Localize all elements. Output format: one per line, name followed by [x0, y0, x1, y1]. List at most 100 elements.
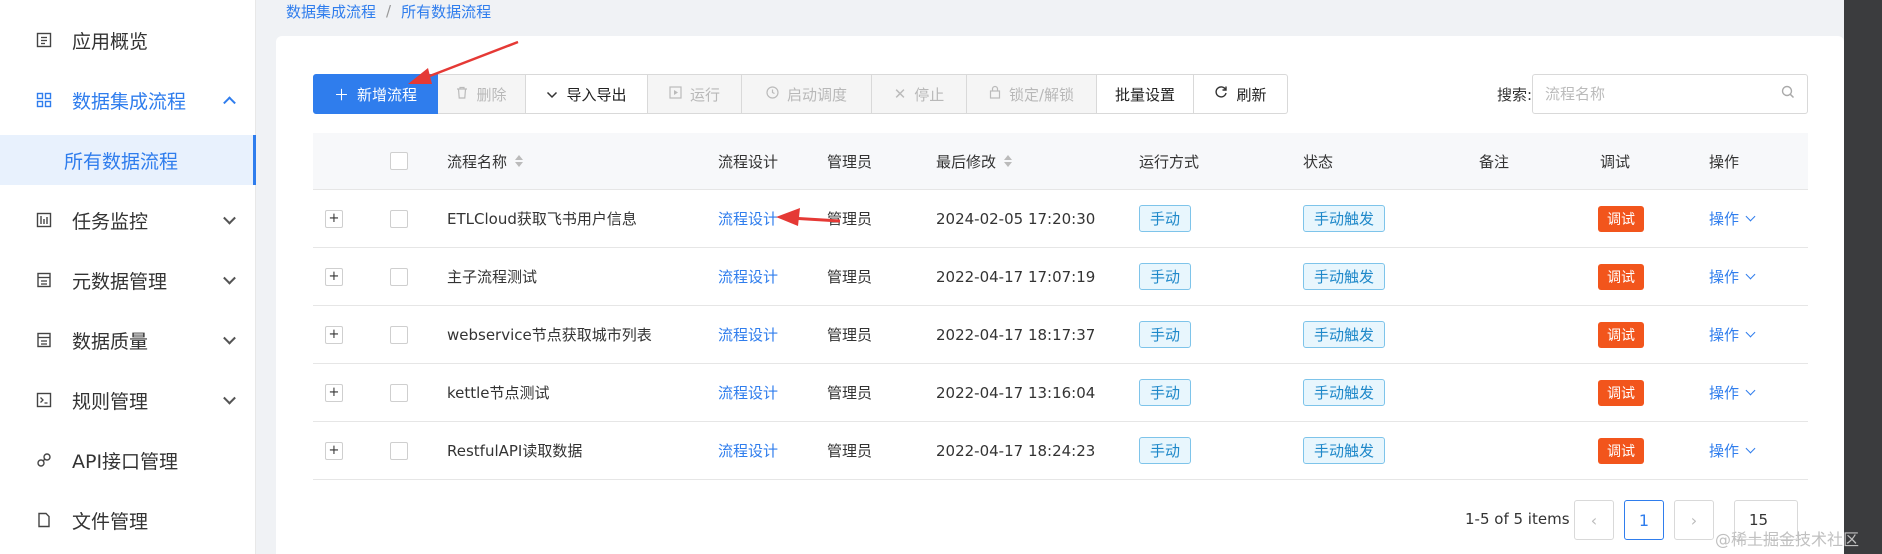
flow-name: webservice节点获取城市列表: [447, 326, 652, 344]
sidebar-item-task-monitor[interactable]: 任务监控: [0, 194, 256, 246]
status-badge: 手动触发: [1303, 422, 1386, 479]
action-dropdown[interactable]: 操作: [1709, 190, 1756, 247]
sidebar-item-app-overview[interactable]: 应用概览: [0, 14, 256, 66]
play-icon: [669, 85, 682, 103]
chevron-down-icon: [1745, 385, 1756, 396]
header-modified[interactable]: 最后修改: [936, 133, 1013, 189]
table-row: + kettle节点测试 流程设计 管理员 2022-04-17 13:16:04 手动 手…: [313, 364, 1808, 422]
sidebar-item-label: 数据集成流程: [72, 90, 187, 113]
table-row: + RestfulAPI读取数据 流程设计 管理员 2022-04-17 18:24:2…: [313, 422, 1808, 480]
breadcrumb-separator: /: [386, 2, 392, 20]
admin-cell: 管理员: [827, 210, 873, 228]
row-checkbox[interactable]: [390, 306, 408, 363]
search-label: 搜索:: [1497, 86, 1533, 104]
header-name[interactable]: 流程名称: [447, 133, 524, 189]
status-badge: 手动触发: [1303, 248, 1386, 305]
delete-label: 删除: [476, 85, 507, 104]
debug-button[interactable]: 调试: [1598, 422, 1644, 479]
schedule-label: 启动调度: [786, 85, 847, 104]
row-checkbox[interactable]: [390, 364, 408, 421]
action-dropdown[interactable]: 操作: [1709, 248, 1756, 305]
clock-icon: [766, 85, 779, 103]
expand-row-button[interactable]: +: [325, 364, 343, 421]
close-icon: ✕: [893, 85, 907, 103]
refresh-button[interactable]: 刷新: [1194, 74, 1288, 114]
schedule-button[interactable]: 启动调度: [742, 74, 872, 114]
sidebar-item-metadata[interactable]: 元数据管理: [0, 254, 256, 306]
search-field[interactable]: [1532, 74, 1808, 114]
sidebar-item-data-quality[interactable]: 数据质量: [0, 314, 256, 366]
header-modified-label: 最后修改: [936, 152, 997, 171]
breadcrumb-parent[interactable]: 数据集成流程: [286, 1, 376, 22]
add-flow-button[interactable]: ＋ 新增流程: [313, 74, 438, 114]
watermark: @稀土掘金技术社区: [1715, 530, 1860, 549]
row-checkbox[interactable]: [390, 422, 408, 479]
row-checkbox[interactable]: [390, 248, 408, 305]
flow-design-link[interactable]: 流程设计: [718, 422, 778, 479]
flow-design-link[interactable]: 流程设计: [718, 306, 778, 363]
debug-button[interactable]: 调试: [1598, 364, 1644, 421]
pagination-page-button[interactable]: 1: [1624, 500, 1664, 540]
table-row: + ETLCloud获取飞书用户信息 流程设计 管理员 2024-02-05 17:20…: [313, 190, 1808, 248]
sidebar-item-data-integration[interactable]: 数据集成流程: [0, 74, 256, 126]
action-dropdown[interactable]: 操作: [1709, 364, 1756, 421]
header-debug: 调试: [1600, 152, 1631, 171]
chevron-down-icon: [223, 211, 236, 225]
expand-row-button[interactable]: +: [325, 306, 343, 363]
chevron-down-icon: [546, 85, 558, 103]
action-dropdown[interactable]: 操作: [1709, 422, 1756, 479]
sidebar-item-label: 数据质量: [72, 330, 149, 353]
delete-button[interactable]: 删除: [438, 74, 526, 114]
table-body: + ETLCloud获取飞书用户信息 流程设计 管理员 2024-02-05 17:20…: [313, 190, 1808, 480]
flow-name: RestfulAPI读取数据: [447, 442, 583, 460]
status-badge: 手动触发: [1303, 190, 1386, 247]
select-all-checkbox[interactable]: [390, 133, 408, 189]
stop-button[interactable]: ✕ 停止: [872, 74, 967, 114]
import-export-button[interactable]: 导入导出: [526, 74, 648, 114]
pagination-prev-button[interactable]: ‹: [1574, 500, 1614, 540]
sidebar-item-rules[interactable]: 规则管理: [0, 374, 256, 426]
sidebar-item-files[interactable]: 文件管理: [0, 494, 256, 546]
lock-unlock-button[interactable]: 锁定/解锁: [967, 74, 1097, 114]
search-input[interactable]: [1545, 85, 1781, 103]
modified-cell: 2022-04-17 18:24:23: [936, 441, 1096, 460]
chevron-down-icon: [1745, 443, 1756, 454]
chevron-down-icon: [1745, 211, 1756, 222]
flow-design-link[interactable]: 流程设计: [718, 364, 778, 421]
sidebar-item-api[interactable]: API接口管理: [0, 434, 256, 486]
table-row: + 主子流程测试 流程设计 管理员 2022-04-17 17:07:19 手动 手动触发 调…: [313, 248, 1808, 306]
sidebar-subitem-all-flows[interactable]: 所有数据流程: [0, 135, 256, 185]
add-flow-label: 新增流程: [357, 85, 418, 104]
debug-button[interactable]: 调试: [1598, 248, 1644, 305]
sidebar-item-label: 文件管理: [72, 510, 149, 533]
sort-icon[interactable]: [515, 155, 524, 167]
header-admin: 管理员: [827, 152, 873, 171]
debug-button[interactable]: 调试: [1598, 190, 1644, 247]
run-button[interactable]: 运行: [648, 74, 742, 114]
status-badge: 手动触发: [1303, 306, 1386, 363]
header-remark: 备注: [1479, 152, 1510, 171]
modified-cell: 2022-04-17 18:17:37: [936, 325, 1096, 344]
run-mode-tag: 手动: [1139, 248, 1192, 305]
debug-button[interactable]: 调试: [1598, 306, 1644, 363]
row-checkbox[interactable]: [390, 190, 408, 247]
monitor-icon: [34, 210, 54, 230]
batch-settings-button[interactable]: 批量设置: [1097, 74, 1194, 114]
grid-icon: [34, 90, 54, 110]
action-dropdown[interactable]: 操作: [1709, 306, 1756, 363]
breadcrumb: 数据集成流程 / 所有数据流程: [286, 0, 491, 22]
flow-design-link[interactable]: 流程设计: [718, 190, 778, 247]
api-icon: [34, 450, 54, 470]
expand-row-button[interactable]: +: [325, 248, 343, 305]
search-icon[interactable]: [1781, 85, 1795, 103]
admin-cell: 管理员: [827, 384, 873, 402]
flow-design-link[interactable]: 流程设计: [718, 248, 778, 305]
expand-row-button[interactable]: +: [325, 422, 343, 479]
expand-row-button[interactable]: +: [325, 190, 343, 247]
flow-name: ETLCloud获取飞书用户信息: [447, 210, 637, 228]
sort-icon[interactable]: [1004, 155, 1013, 167]
pagination-next-button[interactable]: ›: [1674, 500, 1714, 540]
header-name-label: 流程名称: [447, 152, 508, 171]
flow-table: 流程名称 流程设计 管理员 最后修改 运行方式 状态 备注 调试 操作 + ETL…: [313, 133, 1808, 480]
window-edge: [1844, 0, 1882, 554]
